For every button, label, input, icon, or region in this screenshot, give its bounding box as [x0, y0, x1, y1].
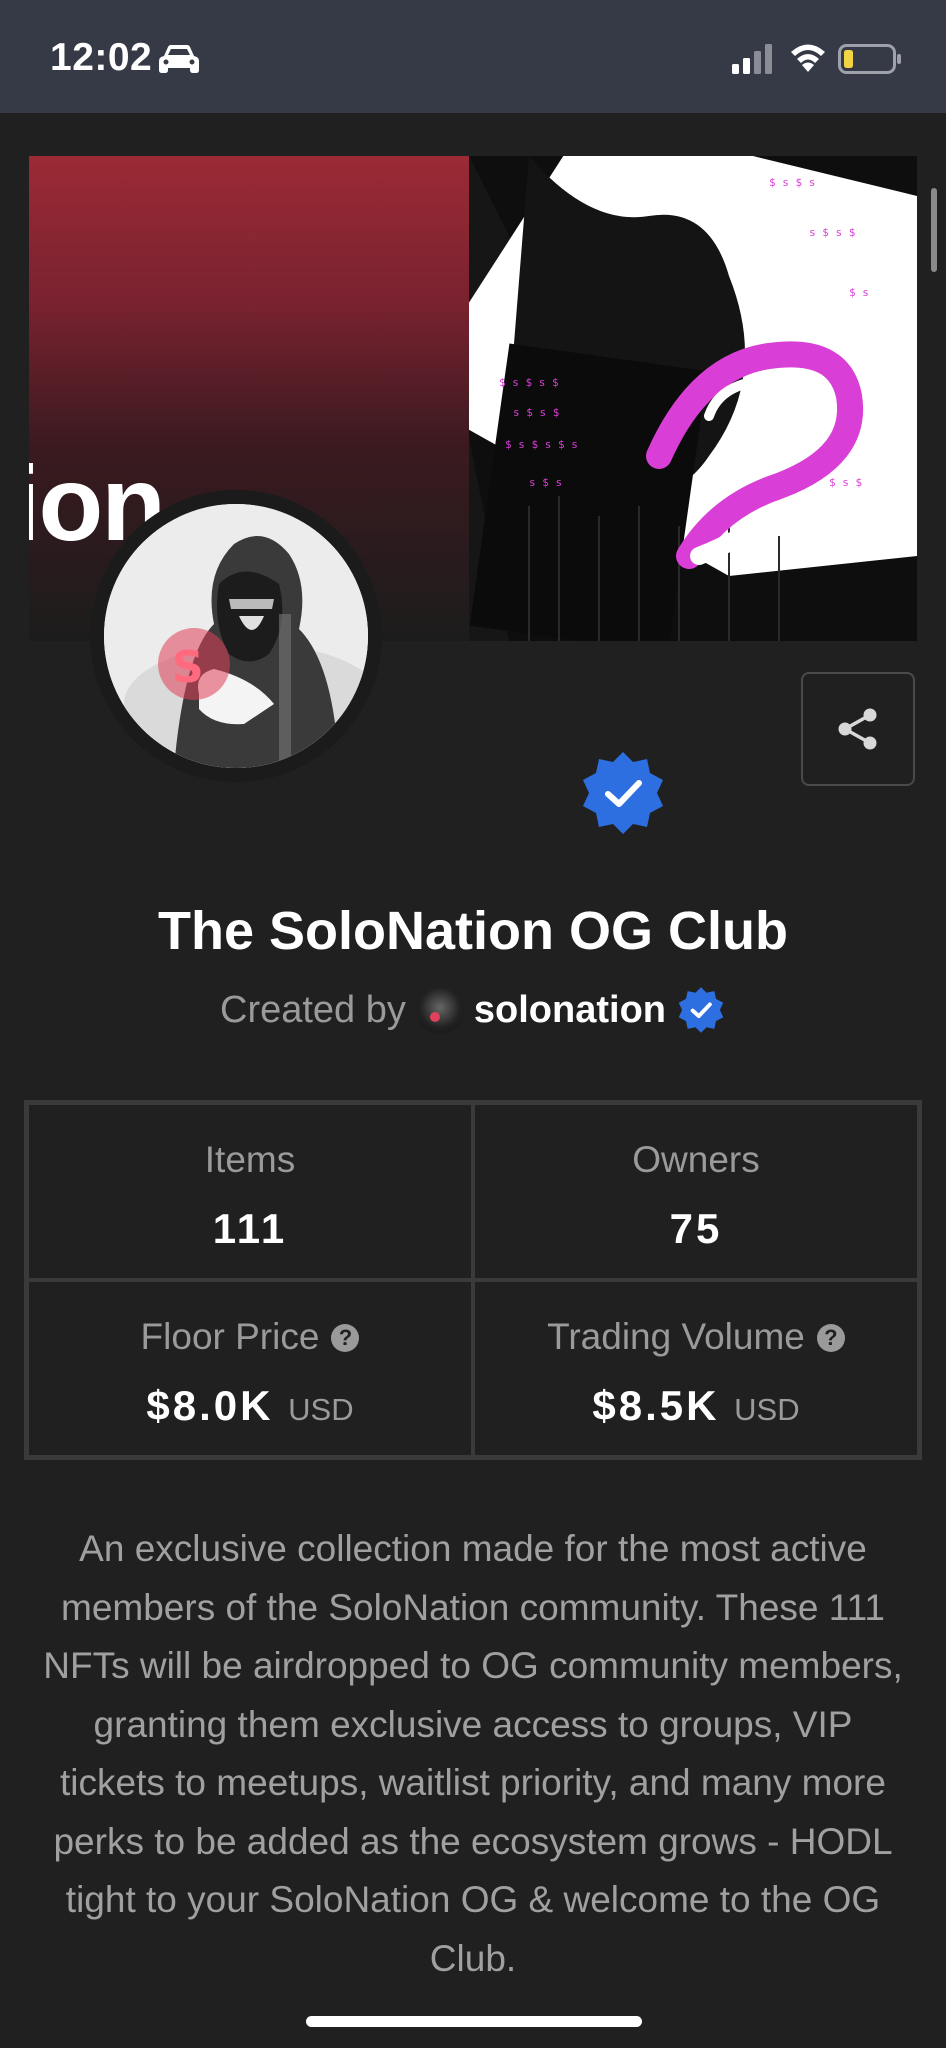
description-line: Club. [429, 1937, 517, 1979]
hooded-figure-image: S [104, 504, 368, 768]
status-time: 12:02 [50, 36, 153, 79]
stat-items-value: 111 [212, 1205, 288, 1252]
stat-trading-volume-value: $8.5K [592, 1382, 720, 1429]
stat-floor-price-unit: USD [288, 1392, 354, 1427]
car-icon [159, 45, 199, 73]
description-line: granting them exclusive access to groups… [93, 1703, 853, 1745]
stat-owners-label: Owners [632, 1139, 760, 1180]
share-icon [838, 708, 877, 750]
verified-badge-icon [583, 752, 663, 834]
svg-text:$ s $ s: $ s $ s [769, 176, 815, 189]
creator-verified-icon [678, 987, 724, 1033]
collection-description: An exclusive collection made for the mos… [0, 1520, 946, 1988]
scrollbar[interactable] [931, 188, 937, 272]
banner-artwork: $ s $ s $ s $ s $ $ s $ s $ s s $ s $ s … [469, 156, 917, 641]
stat-trading-volume-label: Trading Volume [547, 1316, 805, 1357]
svg-text:$ s: $ s [849, 286, 869, 299]
stat-floor-price-label: Floor Price [140, 1316, 320, 1357]
svg-text:$ s $ s $ s: $ s $ s $ s [505, 438, 578, 451]
home-indicator[interactable] [306, 2016, 642, 2027]
svg-text:$ s $ s $: $ s $ s $ [499, 376, 559, 389]
stat-owners: Owners 75 [473, 1103, 919, 1280]
svg-text:s $ s $: s $ s $ [513, 406, 559, 419]
share-button[interactable] [801, 672, 915, 786]
collection-page: { "status_bar": { "time": "12:02", "icon… [0, 0, 946, 2048]
stat-trading-volume-unit: USD [734, 1392, 800, 1427]
battery-icon [838, 44, 901, 74]
svg-text:s $ s: s $ s [529, 476, 562, 489]
created-by-label: Created by [220, 988, 406, 1031]
stat-owners-value: 75 [669, 1205, 723, 1252]
stat-floor-price: Floor Price? $8.0K USD [27, 1280, 473, 1457]
description-line: An exclusive collection made for the mos… [79, 1528, 867, 1569]
svg-text:$ s $: $ s $ [829, 476, 862, 489]
collection-avatar[interactable]: S [104, 504, 368, 768]
description-line: perks to be added as the ecosystem grows… [53, 1820, 893, 1862]
svg-text:S: S [172, 642, 204, 693]
help-icon[interactable]: ? [816, 1324, 845, 1352]
stat-floor-price-value: $8.0K [146, 1382, 274, 1429]
description-line: NFTs will be airdropped to OG community … [43, 1645, 903, 1686]
svg-text:OG: OG [869, 547, 889, 561]
collection-stats: Items 111 Owners 75 Floor Price? $8.0K U… [24, 1100, 922, 1460]
description-line: tight to your SoloNation OG & welcome to… [65, 1879, 881, 1920]
description-line: tickets to meetups, waitlist priority, a… [60, 1762, 886, 1803]
help-icon[interactable]: ? [331, 1324, 360, 1352]
signal-icon [732, 44, 772, 74]
creator-avatar[interactable] [415, 986, 464, 1034]
created-by-row: Created by solonation [0, 985, 946, 1041]
creator-name-link[interactable]: solonation [474, 989, 666, 1032]
stat-trading-volume: Trading Volume? $8.5K USD [473, 1280, 919, 1457]
svg-text:s $ s $: s $ s $ [809, 226, 855, 239]
stat-items-label: Items [204, 1139, 296, 1180]
collection-title: The SoloNation OG Club [158, 901, 788, 961]
status-bar: 12:02 [0, 0, 946, 113]
stat-items: Items 111 [27, 1103, 473, 1280]
description-line: members of the SoloNation community. The… [61, 1586, 885, 1628]
wifi-icon [791, 44, 825, 72]
